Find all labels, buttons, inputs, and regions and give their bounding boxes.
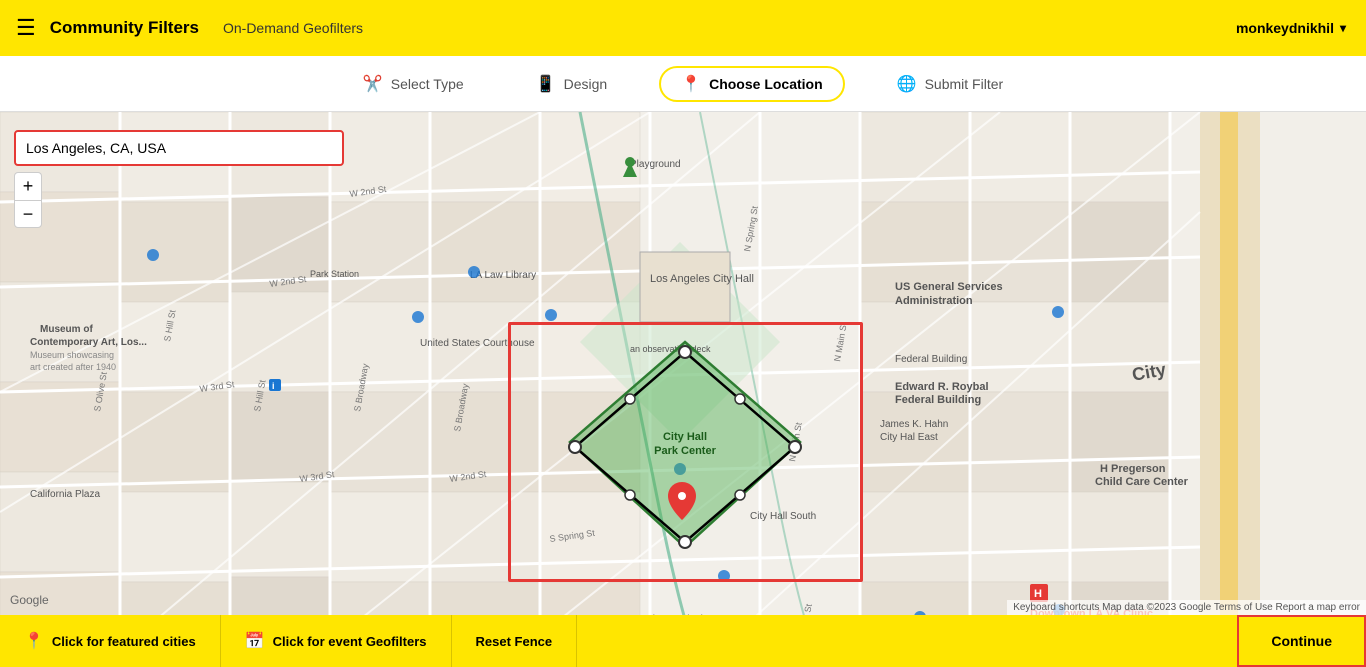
step-choose-location[interactable]: 📍 Choose Location <box>659 66 844 102</box>
svg-text:an observation deck: an observation deck <box>630 344 711 354</box>
stepbar: ✂️ Select Type 📱 Design 📍 Choose Locatio… <box>0 56 1366 112</box>
bottom-bar: 📍 Click for featured cities 📅 Click for … <box>0 615 1366 667</box>
step-select-type-label: Select Type <box>391 76 464 92</box>
zoom-in-button[interactable]: + <box>14 172 42 200</box>
select-type-icon: ✂️ <box>363 74 383 94</box>
svg-text:H: H <box>1034 588 1042 600</box>
choose-location-icon: 📍 <box>681 74 701 94</box>
design-icon: 📱 <box>536 74 556 94</box>
svg-text:US General Services: US General Services <box>895 281 1003 293</box>
nav-link-on-demand[interactable]: On-Demand Geofilters <box>223 20 363 36</box>
svg-text:Playground: Playground <box>630 159 681 170</box>
svg-text:Administration: Administration <box>895 295 973 307</box>
event-geofilters-button[interactable]: 📅 Click for event Geofilters <box>221 615 452 667</box>
svg-text:Museum showcasing: Museum showcasing <box>30 350 114 360</box>
svg-text:i: i <box>272 381 275 391</box>
continue-button[interactable]: Continue <box>1237 615 1366 667</box>
user-caret-icon: ▾ <box>1340 21 1346 35</box>
step-design-label: Design <box>564 76 608 92</box>
svg-text:Los Angeles City Hall: Los Angeles City Hall <box>650 273 754 285</box>
map-credits: Keyboard shortcuts Map data ©2023 Google… <box>1007 600 1366 615</box>
search-input[interactable] <box>14 130 344 166</box>
event-geofilters-icon: 📅 <box>245 631 265 651</box>
zoom-controls: + − <box>14 172 42 228</box>
step-select-type[interactable]: ✂️ Select Type <box>343 68 484 100</box>
map-background: W 2nd St W 2nd St W 3rd St W 3rd St W 2n… <box>0 112 1366 667</box>
svg-text:art created after 1940: art created after 1940 <box>30 362 116 372</box>
svg-text:City Hall South: City Hall South <box>750 511 816 522</box>
navbar: ☰ Community Filters On-Demand Geofilters… <box>0 0 1366 56</box>
reset-fence-button[interactable]: Reset Fence <box>452 615 578 667</box>
svg-text:Federal Building: Federal Building <box>895 354 967 365</box>
svg-text:California Plaza: California Plaza <box>30 489 100 500</box>
svg-text:Edward R. Roybal: Edward R. Roybal <box>895 381 989 393</box>
svg-text:United States Courthouse: United States Courthouse <box>420 338 535 349</box>
featured-cities-icon: 📍 <box>24 631 44 651</box>
svg-text:Federal Building: Federal Building <box>895 394 981 406</box>
svg-text:City Hal East: City Hal East <box>880 432 938 443</box>
step-design[interactable]: 📱 Design <box>516 68 628 100</box>
brand-title: Community Filters <box>50 18 199 38</box>
step-choose-location-label: Choose Location <box>709 76 823 92</box>
username: monkeydnikhil <box>1236 20 1334 36</box>
svg-text:Child Care Center: Child Care Center <box>1095 476 1189 488</box>
event-geofilters-label: Click for event Geofilters <box>273 634 427 649</box>
svg-text:H Pregerson: H Pregerson <box>1100 463 1166 475</box>
reset-fence-label: Reset Fence <box>476 634 553 649</box>
svg-text:Park Station: Park Station <box>310 269 359 279</box>
user-menu[interactable]: monkeydnikhil ▾ <box>1236 20 1346 36</box>
step-submit-filter-label: Submit Filter <box>925 76 1004 92</box>
google-logo: Google <box>10 593 49 607</box>
svg-text:Museum of: Museum of <box>40 324 93 335</box>
svg-text:James K. Hahn: James K. Hahn <box>880 419 948 430</box>
map-container[interactable]: W 2nd St W 2nd St W 3rd St W 3rd St W 2n… <box>0 112 1366 667</box>
featured-cities-button[interactable]: 📍 Click for featured cities <box>0 615 221 667</box>
submit-filter-icon: 🌐 <box>897 74 917 94</box>
featured-cities-label: Click for featured cities <box>52 634 196 649</box>
svg-text:Contemporary Art, Los...: Contemporary Art, Los... <box>30 337 147 348</box>
search-box <box>14 130 344 166</box>
step-submit-filter[interactable]: 🌐 Submit Filter <box>877 68 1024 100</box>
zoom-out-button[interactable]: − <box>14 200 42 228</box>
hamburger-icon[interactable]: ☰ <box>16 15 36 41</box>
